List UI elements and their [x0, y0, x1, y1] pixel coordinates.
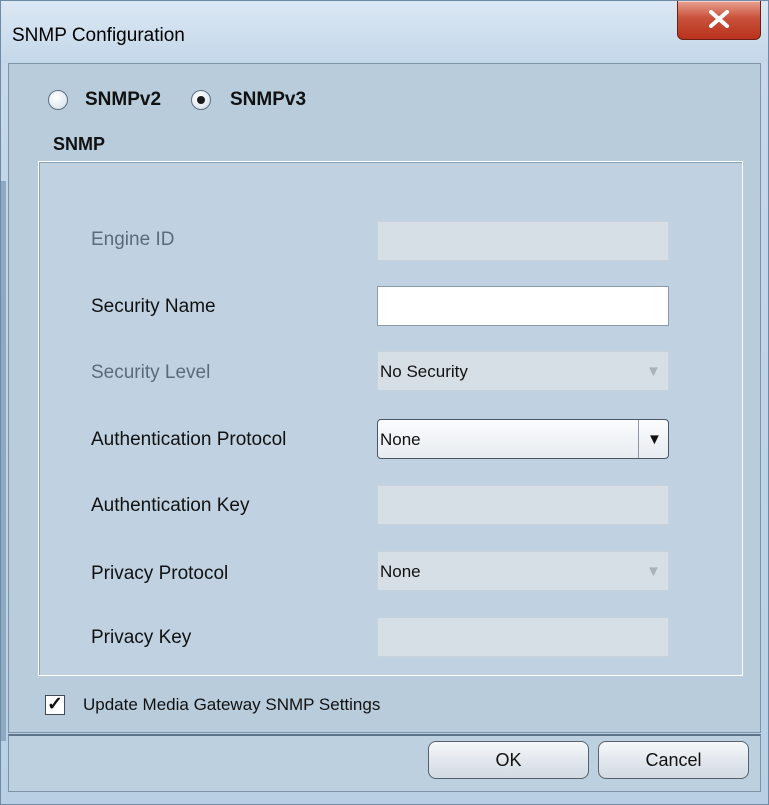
chevron-down-icon: ▼	[646, 363, 661, 380]
chevron-down-icon: ▼	[647, 431, 662, 448]
snmpv3-label: SNMPv3	[230, 89, 307, 110]
snmp-configuration-dialog: SNMP Configuration SNMPv2 SNMPv3 SNMP En…	[0, 0, 769, 805]
snmpv3-radio[interactable]	[191, 90, 211, 110]
privacy-key-field[interactable]	[377, 617, 669, 657]
security-name-field[interactable]	[377, 286, 669, 326]
auth-protocol-dropdown-button[interactable]: ▼	[638, 420, 668, 458]
security-name-label: Security Name	[91, 296, 216, 317]
auth-protocol-label: Authentication Protocol	[91, 429, 287, 450]
security-level-dropdown-button[interactable]: ▼	[638, 352, 668, 390]
auth-key-field[interactable]	[377, 485, 669, 525]
security-level-value: No Security	[380, 362, 468, 381]
cancel-button[interactable]: Cancel	[598, 741, 749, 779]
close-button[interactable]	[677, 1, 761, 40]
privacy-protocol-dropdown-button[interactable]: ▼	[638, 552, 668, 590]
privacy-protocol-select[interactable]: None ▼	[377, 551, 669, 591]
auth-protocol-value: None	[380, 430, 421, 449]
chevron-down-icon: ▼	[646, 563, 661, 580]
window-title: SNMP Configuration	[12, 25, 185, 46]
title-bar[interactable]: SNMP Configuration	[1, 1, 768, 63]
engine-id-field[interactable]	[377, 221, 669, 261]
radio-selected-dot	[197, 96, 205, 104]
privacy-key-label: Privacy Key	[91, 627, 192, 648]
close-icon	[709, 10, 729, 28]
update-gateway-checkbox[interactable]: ✓	[45, 694, 65, 715]
privacy-protocol-label: Privacy Protocol	[91, 563, 229, 584]
snmpv2-label: SNMPv2	[85, 89, 162, 110]
window-edge-accent	[1, 181, 6, 741]
ok-button[interactable]: OK	[428, 741, 589, 779]
snmp-section-title: SNMP	[53, 134, 106, 154]
checkmark-icon: ✓	[47, 694, 63, 715]
update-gateway-label: Update Media Gateway SNMP Settings	[83, 695, 381, 714]
security-level-label: Security Level	[91, 362, 211, 383]
auth-protocol-select[interactable]: None ▼	[377, 419, 669, 459]
engine-id-label: Engine ID	[91, 229, 175, 250]
snmpv2-radio[interactable]	[48, 90, 68, 110]
security-level-select[interactable]: No Security ▼	[377, 351, 669, 391]
auth-key-label: Authentication Key	[91, 495, 250, 516]
privacy-protocol-value: None	[380, 562, 421, 581]
